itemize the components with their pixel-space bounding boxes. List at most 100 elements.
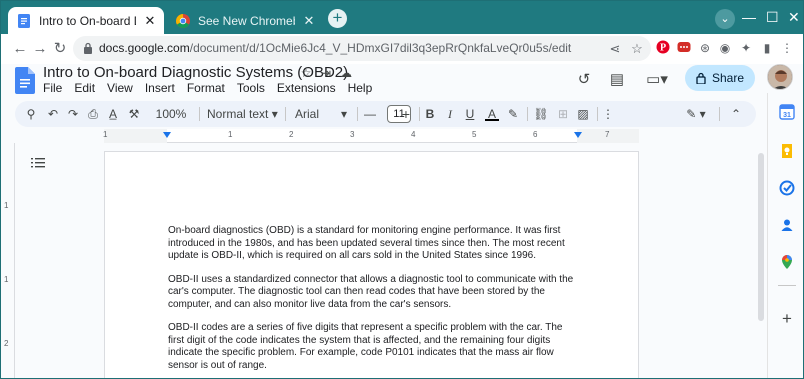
menu-view[interactable]: View [107,81,133,95]
toolbar-divider [719,107,720,121]
browser-window: Intro to On-board Diagnostic Sys ✕ See N… [0,0,804,379]
menu-insert[interactable]: Insert [145,81,175,95]
cloud-saved-icon[interactable]: ☁ [339,66,353,80]
more-options-icon[interactable]: ⋮ [601,105,615,123]
print-icon[interactable]: ⎙ [85,105,101,123]
toolbar-divider [357,107,358,121]
paragraph[interactable]: On-board diagnostics (OBD) is a standard… [168,225,578,263]
move-folder-icon[interactable]: ⇥ [319,66,333,80]
reload-icon[interactable]: ↻ [51,40,69,58]
ruler-number: 1 [228,130,233,139]
tab-title: See New Chromebook Updates & [198,13,295,28]
lock-icon [84,42,92,54]
insert-link-icon[interactable]: ⛓ [533,105,549,123]
svg-text:P: P [660,43,666,54]
tasks-icon[interactable] [779,180,795,196]
hide-menus-icon[interactable]: ⌃ [729,105,743,123]
close-tab-icon[interactable]: ✕ [142,13,158,29]
minimize-button[interactable]: — [742,9,756,25]
extensions-puzzle-icon[interactable]: ✦ [738,40,754,56]
decrease-font-size-button[interactable]: — [363,105,377,123]
right-indent-marker[interactable] [574,132,582,138]
vertical-ruler: 1 1 2 [1,143,15,378]
menu-file[interactable]: File [43,81,62,95]
pinterest-icon: P [656,40,670,54]
meet-icon[interactable]: ▭▾ [643,70,671,90]
side-panel-icon[interactable]: ▮ [759,40,775,56]
bold-button[interactable]: B [423,105,437,123]
address-bar[interactable]: docs.google.com/document/d/1OcMie6Jc4_V_… [73,36,651,61]
back-icon[interactable]: ← [11,40,29,58]
insert-image-icon[interactable]: ▨ [575,105,591,123]
forward-icon[interactable]: → [31,40,49,58]
share-button[interactable]: Share [685,65,755,91]
comments-icon[interactable]: ▤ [607,70,627,90]
ruler-number: 2 [289,130,294,139]
calendar-icon[interactable]: 31 [779,104,795,120]
avatar-photo [768,65,792,89]
vertical-scrollbar[interactable] [756,143,766,378]
close-window-button[interactable]: ✕ [788,9,800,25]
share-page-icon[interactable]: ⋖ [607,41,623,57]
menu-edit[interactable]: Edit [74,81,95,95]
menu-tools[interactable]: Tools [237,81,265,95]
editing-mode-icon[interactable]: ✎ ▾ [681,105,711,123]
underline-button[interactable]: U [463,105,477,123]
menu-extensions[interactable]: Extensions [277,81,336,95]
avatar[interactable] [767,64,793,90]
title-icons: ☆ ⇥ ☁ [299,66,353,80]
add-comment-icon[interactable]: ⊞ [555,105,571,123]
increase-font-size-button[interactable]: + [399,105,413,123]
spellcheck-icon[interactable]: A̲ [105,105,121,123]
chrome-icon [176,13,190,28]
menu-format[interactable]: Format [187,81,225,95]
scrollbar-thumb[interactable] [758,153,764,321]
grammar-extension-icon[interactable]: ⊛ [697,40,713,56]
adblock-extension-icon[interactable]: ◉ [717,40,733,56]
paint-format-icon[interactable]: ⚒ [126,105,142,123]
ruler-number: 6 [533,130,538,139]
star-icon[interactable]: ☆ [299,66,313,80]
close-tab-icon[interactable]: ✕ [301,13,317,29]
search-menus-icon[interactable]: ⚲ [23,105,39,123]
bookmark-star-icon[interactable]: ☆ [629,41,645,57]
document-outline-icon[interactable] [31,157,45,169]
tab-chromebook-updates[interactable]: See New Chromebook Updates & ✕ [167,7,323,34]
pinterest-extension-icon[interactable]: P [655,40,671,56]
zoom-select[interactable]: 100% ▾ [151,105,191,139]
svg-text:31: 31 [783,112,791,119]
paragraph[interactable]: OBD-II uses a standardized connector tha… [168,274,578,312]
new-tab-button[interactable]: + [328,9,347,28]
menu-help[interactable]: Help [348,81,373,95]
style-value: Normal text [207,107,269,121]
redo-icon[interactable]: ↷ [65,105,81,123]
google-docs-logo-icon[interactable] [15,67,35,94]
get-addons-button[interactable]: + [779,310,795,327]
italic-button[interactable]: I [443,105,457,123]
font-select[interactable]: Arial ▾ [295,105,351,123]
keep-icon[interactable] [779,143,795,159]
document-page[interactable]: On-board diagnostics (OBD) is a standard… [104,151,639,378]
lastpass-extension-icon[interactable] [676,40,692,56]
menu-bar: File Edit View Insert Format Tools Exten… [43,81,372,95]
ruler-number: 4 [411,130,416,139]
ruler-number: 7 [605,130,610,139]
text-color-button[interactable]: A [485,105,499,121]
left-indent-marker[interactable] [163,132,171,138]
version-history-icon[interactable]: ↺ [574,70,594,90]
horizontal-ruler: 1 1 2 3 4 5 6 7 [103,129,639,143]
tab-search-button[interactable]: ⌄ [715,9,735,29]
maps-icon[interactable] [779,254,795,270]
style-select[interactable]: Normal text ▾ [207,105,279,123]
lock-icon [696,72,706,84]
formatting-toolbar: ⚲ ↶ ↷ ⎙ A̲ ⚒ 100% ▾ Normal text ▾ Arial▾… [15,101,756,139]
undo-icon[interactable]: ↶ [45,105,61,123]
chrome-menu-icon[interactable]: ⋮ [779,40,795,56]
contacts-icon[interactable] [779,217,795,233]
document-body[interactable]: On-board diagnostics (OBD) is a standard… [168,225,578,378]
ruler-number: 1 [103,130,108,139]
maximize-button[interactable]: ☐ [766,9,779,25]
paragraph[interactable]: OBD-II codes are a series of five digits… [168,322,578,372]
tab-docs[interactable]: Intro to On-board Diagnostic Sys ✕ [8,7,164,34]
highlight-icon[interactable]: ✎ [506,105,520,123]
